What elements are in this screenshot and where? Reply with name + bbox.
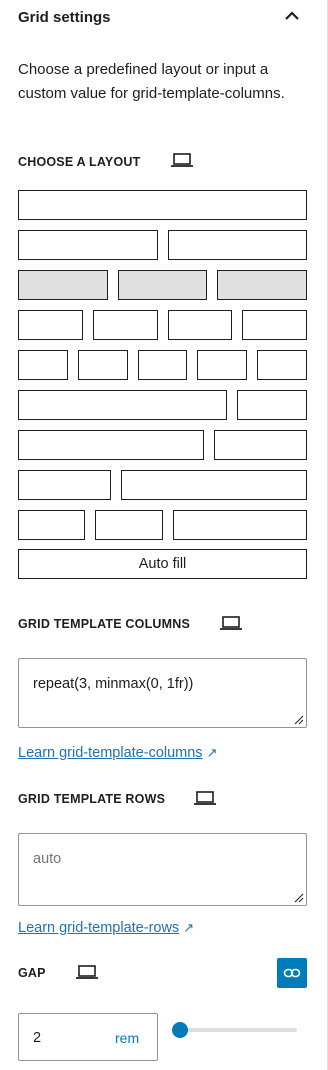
learn-columns-text: Learn grid-template-columns <box>18 745 203 761</box>
layout-option-3-columns-c[interactable] <box>217 270 307 300</box>
layout-option-2-columns-a[interactable] <box>18 230 158 260</box>
learn-rows-text: Learn grid-template-rows <box>18 920 180 936</box>
layout-option-wide-narrow-b[interactable] <box>237 390 307 420</box>
laptop-icon[interactable] <box>193 790 217 806</box>
layout-option-1-column[interactable] <box>18 190 307 220</box>
learn-grid-template-rows-link[interactable]: Learn grid-template-rows ↗ <box>18 920 194 936</box>
grid-template-rows-label: GRID TEMPLATE ROWS <box>18 792 166 806</box>
gap-value: 2 <box>33 1030 42 1046</box>
gap-slider-thumb[interactable] <box>172 1022 188 1038</box>
external-arrow-icon: ↗ <box>206 745 218 760</box>
resize-grip-icon[interactable] <box>294 715 304 725</box>
layout-option-5-columns-c[interactable] <box>138 350 187 380</box>
panel-description: Choose a predefined layout or input a cu… <box>18 61 285 102</box>
layout-option-quarter-quarter-half-b[interactable] <box>95 510 163 540</box>
layout-option-5-columns-d[interactable] <box>197 350 247 380</box>
panel-title: Grid settings <box>18 9 111 26</box>
gap-slider-track[interactable] <box>179 1028 297 1032</box>
link-icon <box>283 968 301 978</box>
layout-option-4-columns-b[interactable] <box>93 310 158 340</box>
chevron-up-icon[interactable] <box>282 6 302 26</box>
laptop-icon[interactable] <box>219 615 243 631</box>
grid-template-columns-label: GRID TEMPLATE COLUMNS <box>18 617 191 631</box>
layout-option-5-columns-a[interactable] <box>18 350 68 380</box>
link-sides-button[interactable] <box>277 958 307 988</box>
laptop-icon[interactable] <box>75 964 99 980</box>
layout-option-one-third-b[interactable] <box>121 470 307 500</box>
external-arrow-icon: ↗ <box>183 920 195 935</box>
learn-grid-template-columns-link[interactable]: Learn grid-template-columns ↗ <box>18 745 217 761</box>
layout-option-one-third-a[interactable] <box>18 470 111 500</box>
layout-option-3-columns-a[interactable] <box>18 270 108 300</box>
layout-option-two-thirds-b[interactable] <box>214 430 307 460</box>
layout-option-quarter-quarter-half-a[interactable] <box>18 510 85 540</box>
layout-option-4-columns-a[interactable] <box>18 310 83 340</box>
grid-template-columns-input[interactable]: repeat(3, minmax(0, 1fr)) <box>18 658 307 728</box>
gap-unit-select[interactable]: rem <box>115 1030 139 1046</box>
layout-option-4-columns-d[interactable] <box>242 310 307 340</box>
grid-template-columns-value: repeat(3, minmax(0, 1fr)) <box>33 676 194 692</box>
auto-fill-button[interactable]: Auto fill <box>18 549 307 579</box>
choose-layout-label: CHOOSE A LAYOUT <box>18 155 141 169</box>
laptop-icon[interactable] <box>170 152 194 168</box>
resize-grip-icon[interactable] <box>294 893 304 903</box>
grid-template-rows-input[interactable]: auto <box>18 833 307 906</box>
layout-option-2-columns-b[interactable] <box>168 230 307 260</box>
layout-option-4-columns-c[interactable] <box>168 310 232 340</box>
layout-option-wide-narrow-a[interactable] <box>18 390 227 420</box>
gap-label: GAP <box>18 966 46 980</box>
layout-option-5-columns-e[interactable] <box>257 350 307 380</box>
gap-input[interactable]: 2 rem <box>18 1013 158 1061</box>
layout-option-3-columns-b[interactable] <box>118 270 207 300</box>
layout-option-5-columns-b[interactable] <box>78 350 128 380</box>
panel-header[interactable]: Grid settings <box>0 0 327 38</box>
layout-option-quarter-quarter-half-c[interactable] <box>173 510 307 540</box>
layout-option-two-thirds-a[interactable] <box>18 430 204 460</box>
grid-template-rows-placeholder: auto <box>33 851 62 867</box>
